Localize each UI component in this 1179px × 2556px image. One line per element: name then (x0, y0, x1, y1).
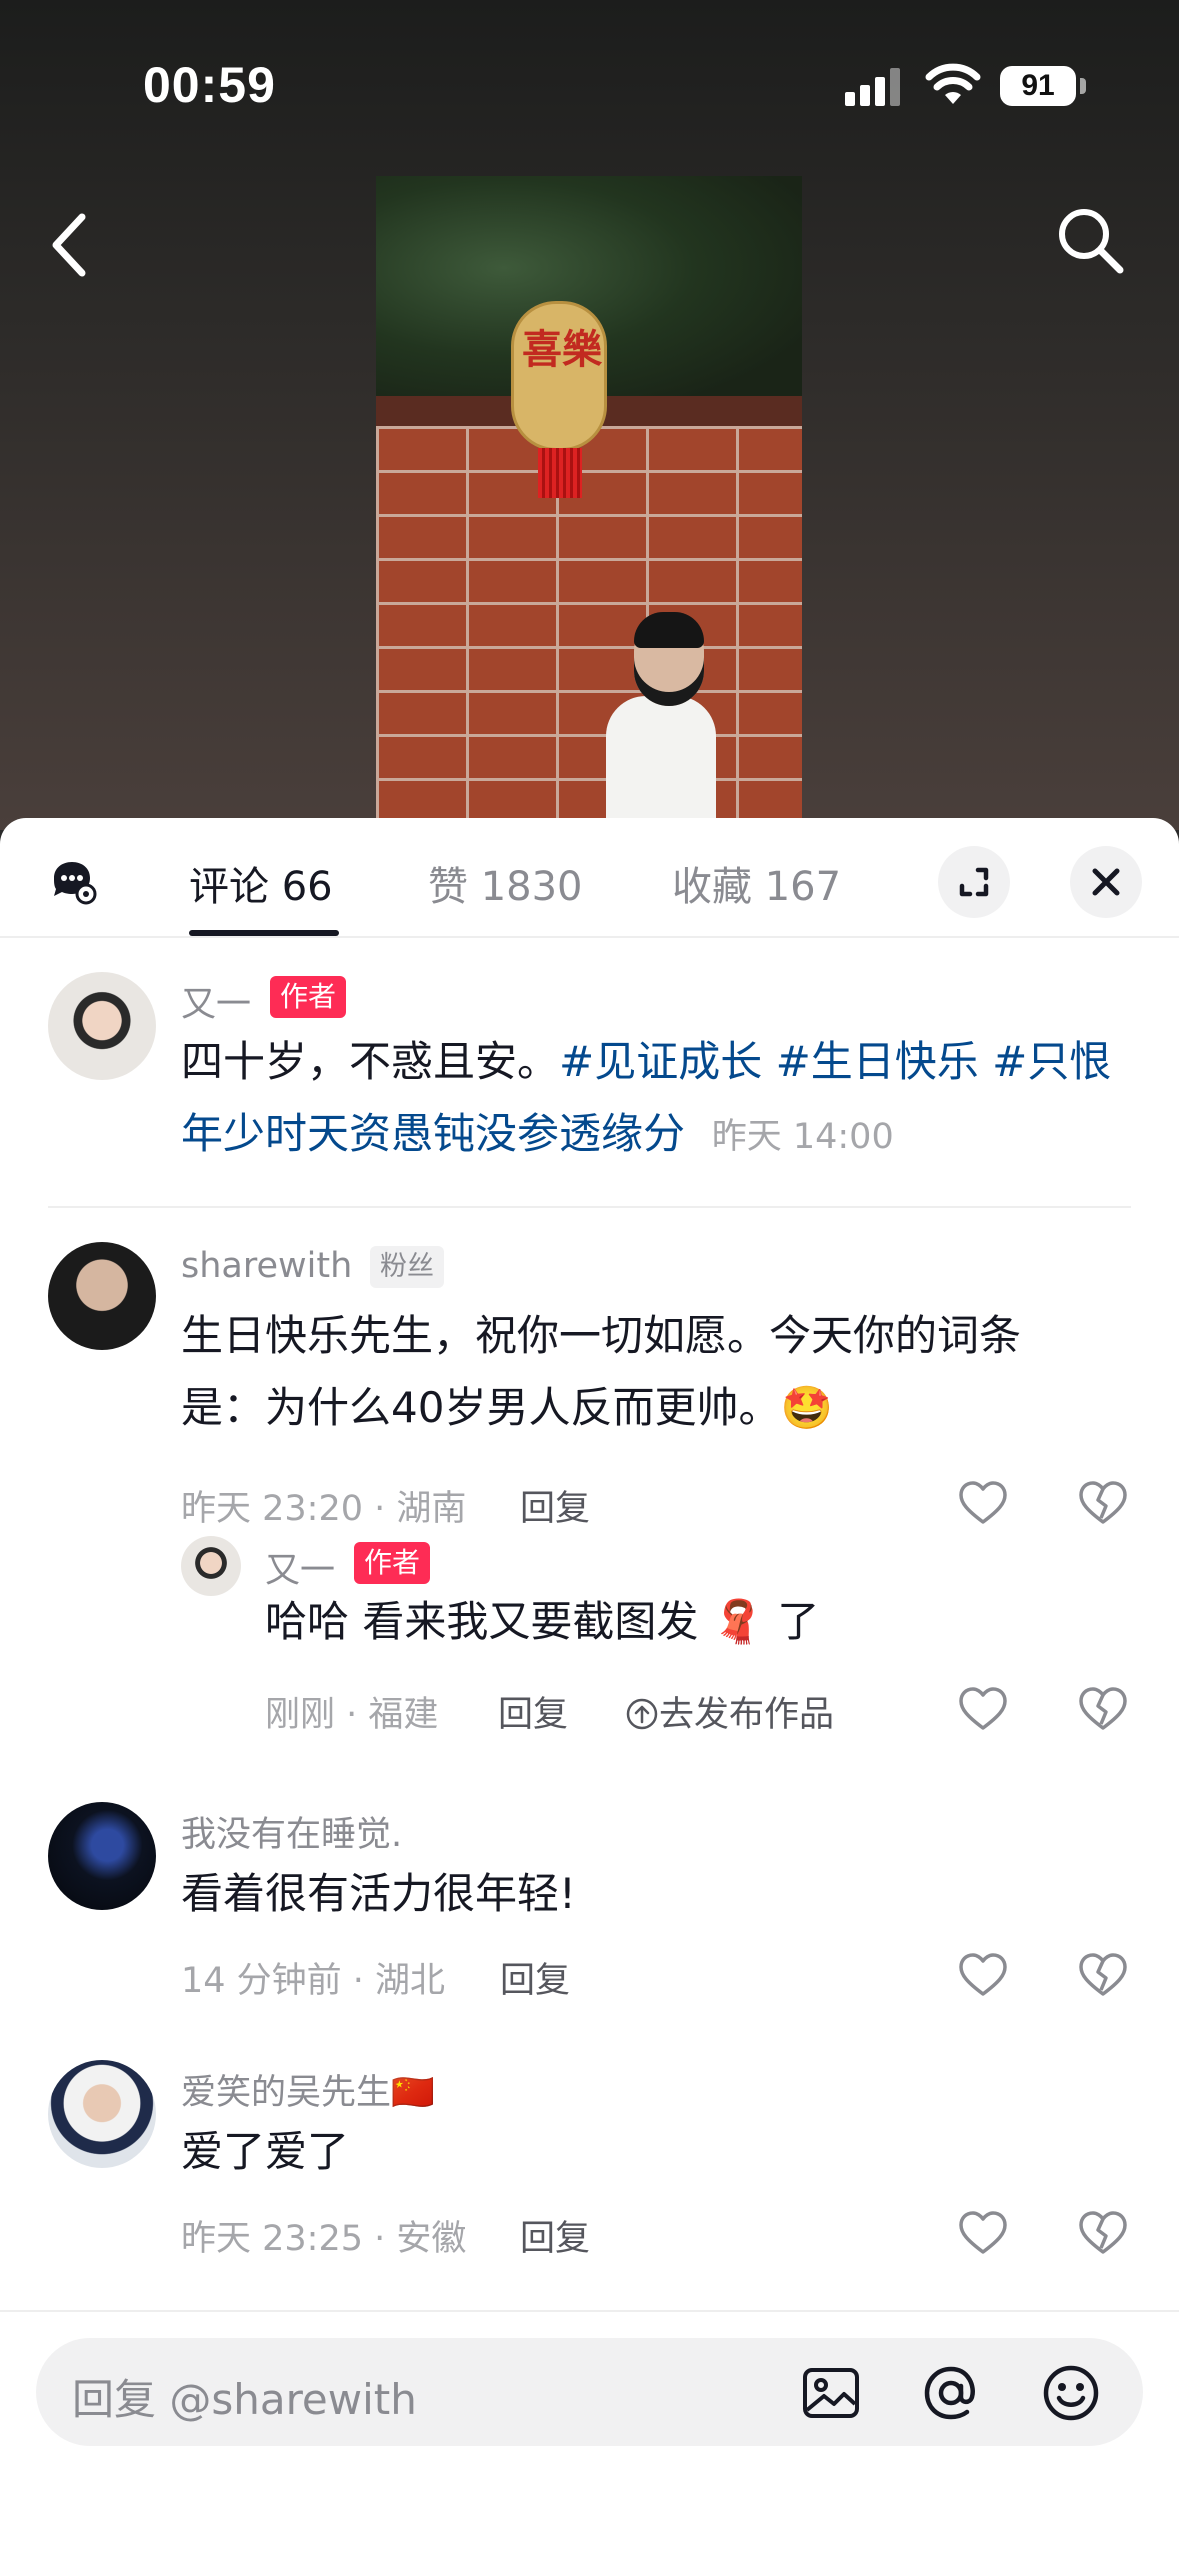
heart-icon[interactable] (957, 1950, 1009, 2002)
comment-username[interactable]: sharewith (181, 1246, 352, 1286)
comment-meta: 昨天 23:25 · 安徽 (181, 2219, 467, 2259)
author-badge: 作者 (270, 976, 347, 1018)
brick-wall (376, 426, 802, 830)
reply-button[interactable]: 回复 (500, 1952, 570, 2003)
comment-time: 昨天 14:00 (711, 1117, 894, 1157)
lantern: 喜樂 (511, 301, 607, 451)
reply-button[interactable]: 回复 (498, 1686, 568, 1737)
heart-icon[interactable] (957, 1684, 1009, 1736)
wifi-icon (925, 63, 981, 104)
comment-username[interactable]: 爱笑的吴先生🇨🇳 (181, 2064, 435, 2115)
comment-text: 四十岁，不惑且安。#见证成长 #生日快乐 #只恨年少时天资愚钝没参透缘分 昨天 … (181, 1037, 1112, 1158)
search-icon[interactable] (1050, 200, 1130, 280)
hashtag[interactable]: #见证成长 (559, 1037, 762, 1086)
upload-icon (626, 1698, 658, 1730)
comment-username[interactable]: 又一 (181, 976, 251, 1027)
reply-text: 哈哈 看来我又要截图发 🧣 了 (265, 1597, 820, 1646)
close-button[interactable] (1070, 846, 1142, 918)
lantern-text: 喜樂 (522, 327, 602, 373)
comment-text: 看着很有活力很年轻! (181, 1869, 576, 1918)
reply-input[interactable]: 回复 @sharewith (36, 2338, 1143, 2446)
reply-input-placeholder: 回复 @sharewith (72, 2375, 417, 2424)
emoji-icon[interactable] (1040, 2362, 1102, 2424)
chat-settings-icon[interactable] (48, 856, 98, 906)
signal-icon (845, 68, 900, 106)
tab-likes[interactable]: 赞 1830 (428, 854, 583, 912)
battery-indicator: 91 (1000, 66, 1076, 106)
comment-meta: 14 分钟前 · 湖北 (181, 1961, 446, 2001)
avatar[interactable] (48, 1242, 156, 1350)
close-icon (1092, 868, 1120, 896)
heart-icon[interactable] (957, 1478, 1009, 1530)
comment-text: 生日快乐先生，祝你一切如愿。今天你的词条 是：为什么40岁男人反而更帅。🤩 (181, 1311, 1022, 1432)
tab-favorites[interactable]: 收藏 167 (672, 854, 841, 912)
divider (48, 1206, 1131, 1208)
publish-work-button[interactable]: 去发布作品 (625, 1686, 834, 1737)
dislike-icon[interactable] (1077, 1950, 1129, 2002)
heart-icon[interactable] (957, 2208, 1009, 2260)
hashtag[interactable]: #生日快乐 (776, 1037, 979, 1086)
emoji: 🧣 (711, 1597, 765, 1646)
comment-sheet: 评论 66 赞 1830 收藏 167 又一 作者 四十岁，不惑且安。#见证成长… (0, 818, 1179, 2556)
expand-icon (959, 867, 989, 897)
avatar[interactable] (48, 1802, 156, 1910)
flag-icon: 🇨🇳 (391, 2073, 435, 2113)
reply-button[interactable]: 回复 (520, 1480, 590, 1531)
avatar[interactable] (48, 2060, 156, 2168)
back-icon[interactable] (40, 205, 100, 285)
tab-underline (189, 930, 339, 936)
dislike-icon[interactable] (1077, 1478, 1129, 1530)
emoji: 🤩 (780, 1383, 833, 1432)
tab-bar: 评论 66 赞 1830 收藏 167 (0, 818, 1179, 938)
comment-text: 爱了爱了 (181, 2127, 350, 2176)
reply-bar: 回复 @sharewith (0, 2310, 1179, 2556)
comment-username[interactable]: 我没有在睡觉. (181, 1806, 402, 1857)
status-time: 00:59 (143, 57, 276, 113)
tab-comments[interactable]: 评论 66 (189, 854, 333, 912)
image-icon[interactable] (800, 2362, 862, 2424)
avatar[interactable] (181, 1536, 241, 1596)
fan-badge: 粉丝 (370, 1246, 444, 1288)
comment-meta: 昨天 23:20 · 湖南 (181, 1489, 467, 1529)
avatar[interactable] (48, 972, 156, 1080)
expand-button[interactable] (938, 846, 1010, 918)
status-bar: 00:59 91 (0, 0, 1179, 170)
reply-button[interactable]: 回复 (520, 2210, 590, 2261)
dislike-icon[interactable] (1077, 1684, 1129, 1736)
dislike-icon[interactable] (1077, 2208, 1129, 2260)
reply-meta: 刚刚 · 福建 (265, 1695, 439, 1735)
mention-icon[interactable] (920, 2362, 982, 2424)
person (606, 696, 716, 830)
video-thumbnail[interactable]: 喜樂 (376, 176, 802, 830)
author-badge: 作者 (354, 1542, 431, 1584)
